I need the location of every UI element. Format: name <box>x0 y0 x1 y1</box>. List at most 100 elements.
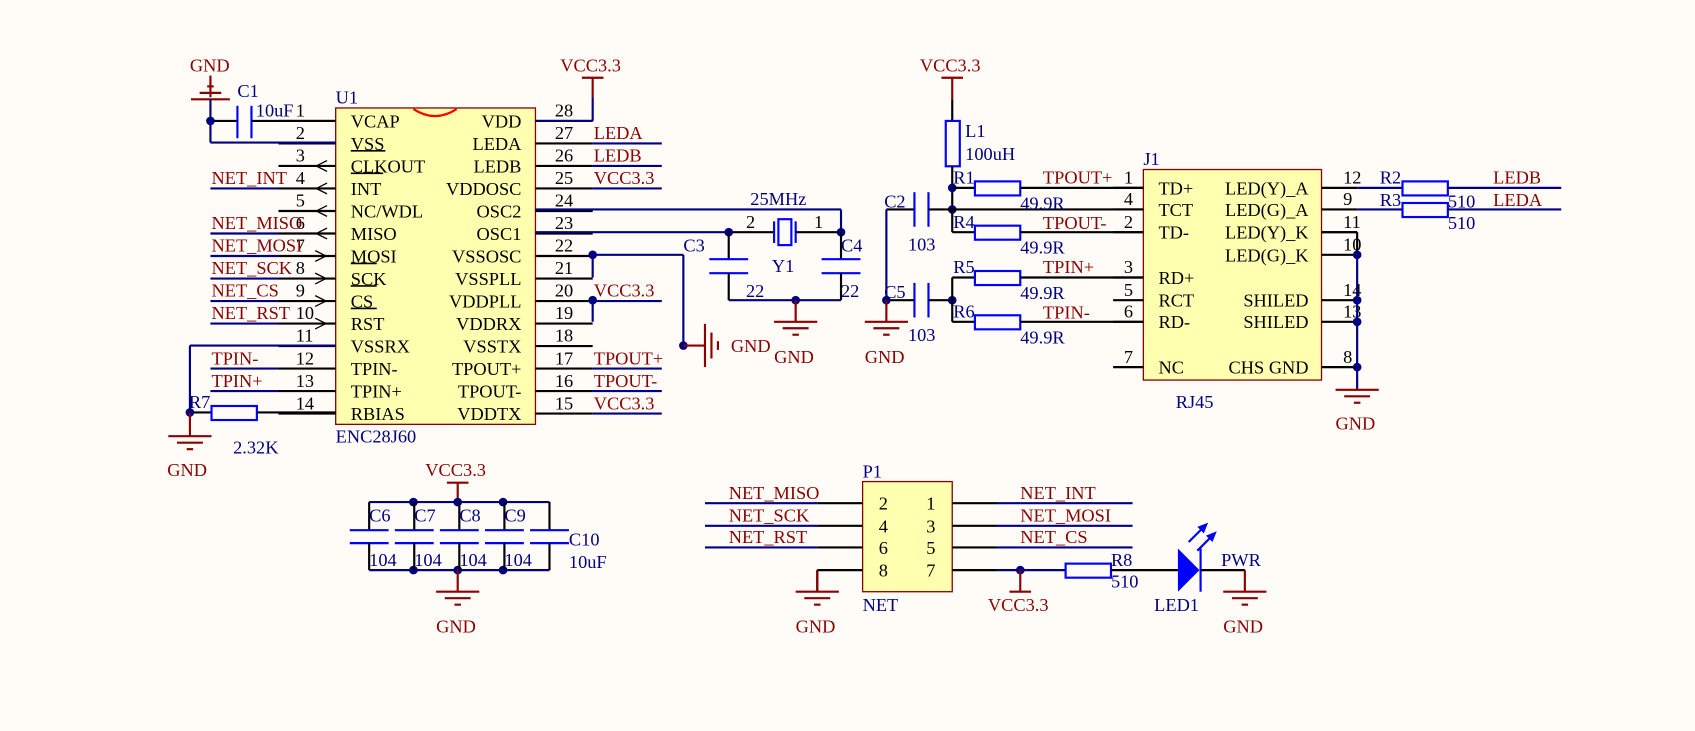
svg-text:103: 103 <box>908 235 936 255</box>
svg-text:J1: J1 <box>1143 149 1159 169</box>
svg-text:R8: R8 <box>1111 550 1132 570</box>
pin-name: RD+ <box>1158 268 1194 288</box>
svg-text:RJ45: RJ45 <box>1176 392 1214 412</box>
pin-name: VDDTX <box>457 404 521 424</box>
c1-ref: C1 <box>237 81 258 101</box>
decoupling-caps: VCC3.3 GND C6 104 C7 104 C8 104 C9 104 C10 10uF <box>349 460 607 637</box>
pin-number: 24 <box>555 191 573 211</box>
pin-name: LED(G)_K <box>1225 245 1309 266</box>
j1-rj45[interactable]: J1 RJ45 1 TD+ 4 TCT 2 TD- 3 RD+ 5 RCT 6 RD- 7 NC 12 LE… <box>1113 149 1403 434</box>
pin-name: NC <box>1158 358 1183 378</box>
svg-text:510: 510 <box>1448 191 1476 211</box>
svg-text:GND: GND <box>865 347 905 367</box>
c2-capacitor[interactable]: C2 103 <box>884 191 1144 301</box>
pin-name: OSC2 <box>477 201 522 221</box>
svg-text:LEDB: LEDB <box>1493 168 1541 188</box>
u1-part: ENC28J60 <box>336 427 417 447</box>
svg-text:PWR: PWR <box>1221 550 1262 570</box>
led1-pwr[interactable]: GND LED1 PWR <box>1154 522 1267 637</box>
c7-capacitor[interactable]: C7 104 <box>394 502 442 571</box>
p1-pin-6[interactable]: 6 NET_RST <box>704 527 888 558</box>
pin-name: TPIN- <box>351 359 398 379</box>
y1-crystal[interactable]: 25MHz 2 1 Y1 <box>535 189 846 276</box>
pin-number: 4 <box>1124 189 1133 209</box>
pin-number: 2 <box>879 494 888 514</box>
u1-designator: U1 <box>336 88 358 108</box>
c6-capacitor[interactable]: C6 104 <box>349 502 397 571</box>
pin-name: VDDRX <box>456 314 521 334</box>
pin-name: TD- <box>1158 223 1189 243</box>
pin-number: 6 <box>1124 301 1133 321</box>
svg-text:GND: GND <box>1336 414 1376 434</box>
svg-text:GND: GND <box>167 460 207 480</box>
pin-number: 10 <box>296 303 314 323</box>
c9-capacitor[interactable]: C9 104 <box>484 502 532 571</box>
net-label: NET_INT <box>212 168 287 188</box>
c4-capacitor[interactable]: C4 22 <box>821 232 863 301</box>
cap-value: 104 <box>459 550 487 570</box>
l1-inductor[interactable]: VCC3.3 L1 100uH <box>920 55 1015 214</box>
pin-name: VSSRX <box>351 337 410 357</box>
svg-text:2.32K: 2.32K <box>233 438 279 458</box>
svg-text:TPOUT+: TPOUT+ <box>1043 168 1112 188</box>
pin-number: 14 <box>296 393 314 413</box>
svg-text:R7: R7 <box>189 392 210 412</box>
cap-value: 104 <box>369 550 397 570</box>
svg-text:C3: C3 <box>683 236 704 256</box>
pin-name: RCT <box>1158 291 1194 311</box>
pin-number: 28 <box>555 101 573 121</box>
c1-capacitor[interactable]: GND C1 10uF <box>190 55 336 144</box>
net-label: NET_RST <box>729 527 807 547</box>
svg-text:100uH: 100uH <box>965 144 1015 164</box>
net-label: NET_SCK <box>212 258 293 278</box>
net-label: NET_RST <box>212 303 290 323</box>
pin-number: 3 <box>1124 257 1133 277</box>
r8-resistor[interactable]: R8 510 <box>1064 550 1178 592</box>
svg-text:2: 2 <box>746 212 755 232</box>
c10-capacitor[interactable] <box>530 502 569 571</box>
pin-number: 5 <box>296 191 305 211</box>
svg-text:C10: C10 <box>569 529 600 549</box>
p1-body[interactable] <box>861 480 953 593</box>
net-label: NET_MOSI <box>212 236 303 256</box>
pin-name: TD+ <box>1158 178 1193 198</box>
pin-number: 4 <box>296 168 305 188</box>
pin-name: LEDB <box>474 156 522 176</box>
pin-name: LED(Y)_K <box>1225 223 1309 244</box>
net-label: VCC3.3 <box>594 393 655 413</box>
u1-pin-28[interactable]: 28 VDD <box>482 101 593 132</box>
cap-ref: C6 <box>369 506 390 526</box>
svg-text:Y1: Y1 <box>772 256 794 276</box>
cap-value: 104 <box>414 550 442 570</box>
pin-name: VDD <box>482 111 522 131</box>
net-label: NET_MISO <box>212 213 303 233</box>
pin-number: 22 <box>555 236 573 256</box>
pin-number: 25 <box>555 168 573 188</box>
p1-header[interactable]: P1 NET 2 NET_MISO 4 NET_SCK 6 NET_RST 8 1 NET_IN… <box>704 461 1133 637</box>
svg-text:NET: NET <box>863 595 899 615</box>
svg-text:49.9R: 49.9R <box>1020 283 1065 303</box>
vdd-power: VCC3.3 <box>535 55 621 123</box>
c8-capacitor[interactable]: C8 104 <box>439 502 487 571</box>
net-label: TPIN- <box>212 348 259 368</box>
crystal-gnd: GND <box>728 295 842 367</box>
p1-pin-5[interactable]: 5 NET_CS <box>926 527 1133 558</box>
pin-name: VSSTX <box>463 337 521 357</box>
c5-capacitor[interactable]: GND C5 103 <box>864 282 957 367</box>
svg-text:L1: L1 <box>965 121 985 141</box>
c3-capacitor[interactable]: C3 22 <box>683 232 764 301</box>
pin-name: NC/WDL <box>351 201 423 221</box>
pin-name: RST <box>351 314 385 334</box>
led-icon <box>1177 548 1200 592</box>
svg-text:GND: GND <box>1223 617 1263 637</box>
pin-name: LED(G)_A <box>1225 200 1309 221</box>
pin-number: 2 <box>296 123 305 143</box>
svg-text:C5: C5 <box>884 282 905 302</box>
pin-number: 1 <box>926 494 935 514</box>
pin-number: 5 <box>926 538 935 558</box>
pin-number: 21 <box>555 258 573 278</box>
svg-text:49.9R: 49.9R <box>1020 238 1065 258</box>
pin-number: 3 <box>296 146 305 166</box>
pin-number: 16 <box>555 371 573 391</box>
net-label: VCC3.3 <box>594 281 655 301</box>
